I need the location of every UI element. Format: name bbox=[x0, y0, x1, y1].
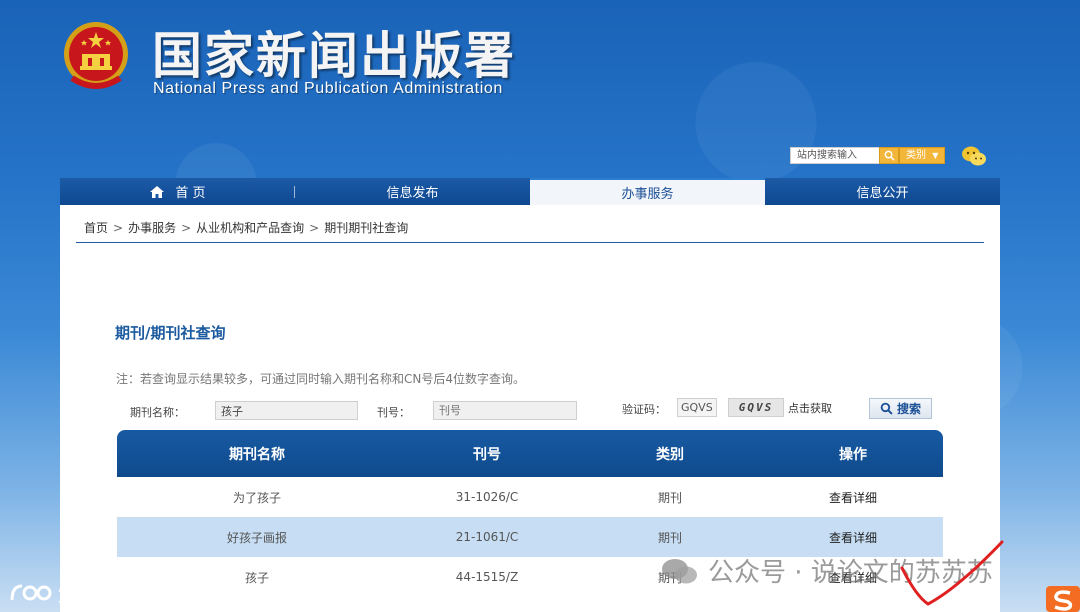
column-header-action: 操作 bbox=[839, 446, 867, 463]
nav-item-label: 信息发布 bbox=[386, 186, 439, 201]
nav-item-home[interactable]: 首 页 bbox=[60, 178, 295, 205]
site-header: 国家新闻出版署 National Press and Publication A… bbox=[0, 0, 1080, 178]
site-search-button[interactable] bbox=[879, 147, 899, 164]
site-title: 国家新闻出版署 bbox=[152, 27, 516, 85]
watermark-left-text: 大数跨境 bbox=[58, 582, 138, 606]
cell-journal-name: 孩子 bbox=[244, 570, 269, 585]
wechat-official-icon bbox=[662, 558, 697, 583]
captcha-image[interactable]: GQVS bbox=[728, 398, 784, 417]
main-nav: 首 页 信息发布 办事服务 信息公开 bbox=[60, 178, 1000, 205]
breadcrumb-divider bbox=[76, 242, 984, 243]
breadcrumb: 首页 > 办事服务 > 从业机构和产品查询 > 期刊期刊社查询 bbox=[84, 219, 408, 236]
breadcrumb-separator: > bbox=[113, 221, 124, 235]
journal-name-label: 期刊名称： bbox=[130, 406, 185, 419]
breadcrumb-separator: > bbox=[181, 221, 192, 235]
breadcrumb-current: 期刊期刊社查询 bbox=[324, 221, 409, 235]
captcha-input[interactable]: GQVS bbox=[677, 398, 717, 417]
cell-journal-name: 好孩子画报 bbox=[226, 530, 287, 545]
table-row: 为了孩子 31-1026/C 期刊 查看详细 bbox=[117, 477, 943, 517]
search-icon bbox=[880, 402, 893, 415]
site-subtitle: National Press and Publication Administr… bbox=[153, 80, 503, 97]
nav-item-info-release[interactable]: 信息发布 bbox=[295, 178, 530, 205]
category-dropdown[interactable]: 类别 ▼ bbox=[899, 147, 945, 164]
nav-item-services[interactable]: 办事服务 bbox=[530, 178, 765, 205]
cell-type: 期刊 bbox=[657, 530, 682, 545]
cell-cn-number: 21-1061/C bbox=[455, 530, 519, 544]
cell-journal-name: 为了孩子 bbox=[232, 490, 281, 505]
column-header-name: 期刊名称 bbox=[229, 446, 285, 463]
nav-item-label: 办事服务 bbox=[621, 187, 674, 202]
watermark-left: 大数跨境 bbox=[8, 578, 138, 607]
journal-name-input[interactable] bbox=[215, 401, 358, 420]
nav-item-label: 首 页 bbox=[175, 186, 206, 201]
cell-cn-number: 31-1026/C bbox=[455, 490, 519, 504]
search-button[interactable]: 搜索 bbox=[869, 398, 932, 419]
breadcrumb-link-services[interactable]: 办事服务 bbox=[128, 221, 176, 235]
cell-cn-number: 44-1515/Z bbox=[455, 570, 519, 584]
red-annotation-mark bbox=[900, 540, 1004, 606]
caret-down-icon: ▼ bbox=[932, 151, 939, 160]
table-header: 期刊名称 刊号 类别 操作 bbox=[117, 430, 943, 477]
cn-number-label: 刊号： bbox=[377, 406, 410, 419]
category-label: 类别 bbox=[906, 150, 926, 161]
captcha-label: 验证码： bbox=[622, 403, 666, 416]
view-details-link[interactable]: 查看详细 bbox=[763, 489, 943, 506]
content-panel: 首页 > 办事服务 > 从业机构和产品查询 > 期刊期刊社查询 期刊/期刊社查询 注：若查询… bbox=[60, 205, 1000, 612]
nav-item-label: 信息公开 bbox=[856, 186, 909, 201]
page-title: 期刊/期刊社查询 bbox=[115, 324, 226, 342]
home-icon bbox=[150, 185, 165, 198]
captcha-refresh-link[interactable]: 点击获取 bbox=[788, 400, 832, 416]
column-header-type: 类别 bbox=[656, 446, 684, 463]
cell-type: 期刊 bbox=[657, 490, 682, 505]
site-search-input[interactable]: 站内搜索输入 bbox=[790, 147, 880, 164]
breadcrumb-separator: > bbox=[309, 221, 320, 235]
breadcrumb-link-home[interactable]: 首页 bbox=[84, 221, 108, 235]
column-header-cn: 刊号 bbox=[473, 446, 501, 463]
sohu-logo-icon bbox=[1046, 586, 1080, 612]
query-note: 注：若查询显示结果较多，可通过同时输入期刊名称和CN号后4位数字查询。 bbox=[116, 372, 525, 386]
nav-item-info-disclosure[interactable]: 信息公开 bbox=[765, 178, 1000, 205]
wechat-icon[interactable] bbox=[961, 145, 987, 167]
brand-logo-icon bbox=[10, 584, 52, 600]
search-button-label: 搜索 bbox=[896, 402, 921, 416]
table-row: 好孩子画报 21-1061/C 期刊 查看详细 bbox=[117, 517, 943, 557]
national-emblem-icon bbox=[64, 22, 128, 89]
cn-number-input[interactable] bbox=[433, 401, 577, 420]
search-icon bbox=[884, 150, 895, 161]
breadcrumb-link-query[interactable]: 从业机构和产品查询 bbox=[196, 221, 304, 235]
